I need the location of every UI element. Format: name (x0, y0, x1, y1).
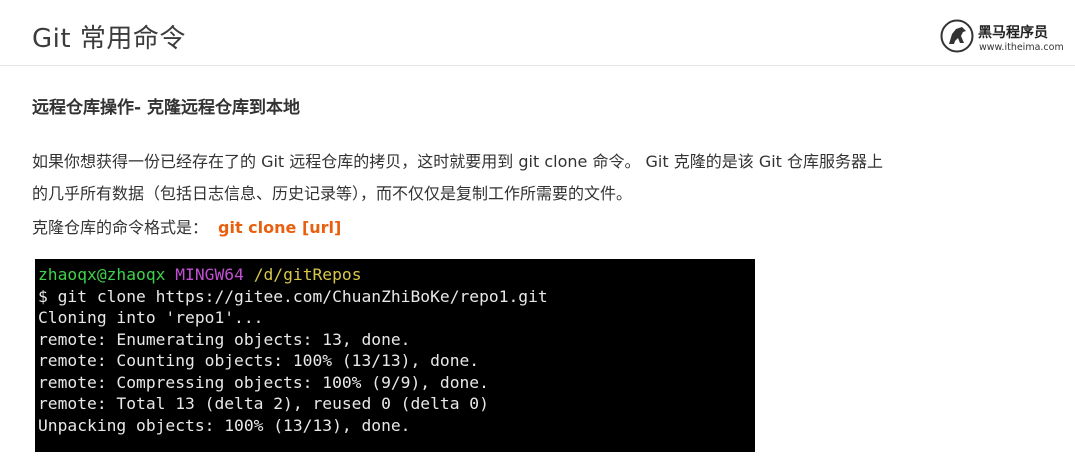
description-line: 的几乎所有数据（包括日志信息、历史记录等），而不仅仅是复制工作所需要的文件。 (32, 184, 633, 203)
description-line: 如果你想获得一份已经存在了的 Git 远程仓库的拷贝，这时就要用到 git cl… (32, 152, 884, 171)
terminal-output-line: remote: Compressing objects: 100% (9/9),… (38, 372, 489, 392)
brand-url: www.itheima.com (979, 42, 1064, 53)
terminal-output-line: remote: Counting objects: 100% (13/13), … (38, 351, 480, 370)
prompt-user: zhaoqx@zhaoqx (38, 265, 166, 284)
prompt-env: MINGW64 (175, 265, 244, 284)
command-format-label: 克隆仓库的命令格式是： (32, 218, 209, 237)
section-heading: 远程仓库操作- 克隆远程仓库到本地 (32, 98, 300, 118)
description-paragraph: 如果你想获得一份已经存在了的 Git 远程仓库的拷贝，这时就要用到 git cl… (32, 146, 1022, 210)
terminal-output-line: Cloning into 'repo1'... (38, 308, 264, 327)
terminal-window: zhaoqx@zhaoqx MINGW64 /d/gitRepos $ git … (35, 259, 755, 452)
command-format-value: git clone [url] (218, 218, 342, 237)
prompt-path: /d/gitRepos (253, 265, 362, 284)
terminal-output-line: remote: Enumerating objects: 13, done. (38, 329, 411, 349)
brand-logo: 黑马程序员 www.itheima.com (938, 17, 1068, 57)
command-format: 克隆仓库的命令格式是： git clone [url] (32, 214, 341, 238)
terminal-command: $ git clone https://gitee.com/ChuanZhiBo… (38, 286, 548, 306)
horse-logo-icon (940, 19, 974, 53)
title-divider (0, 65, 1075, 66)
terminal-prompt: zhaoqx@zhaoqx MINGW64 /d/gitRepos (38, 264, 755, 286)
terminal-output-line: Unpacking objects: 100% (13/13), done. (38, 415, 411, 435)
brand-name: 黑马程序员 (978, 25, 1048, 41)
terminal-output-line: remote: Total 13 (delta 2), reused 0 (de… (38, 394, 489, 413)
slide-title: Git 常用命令 (32, 24, 186, 54)
